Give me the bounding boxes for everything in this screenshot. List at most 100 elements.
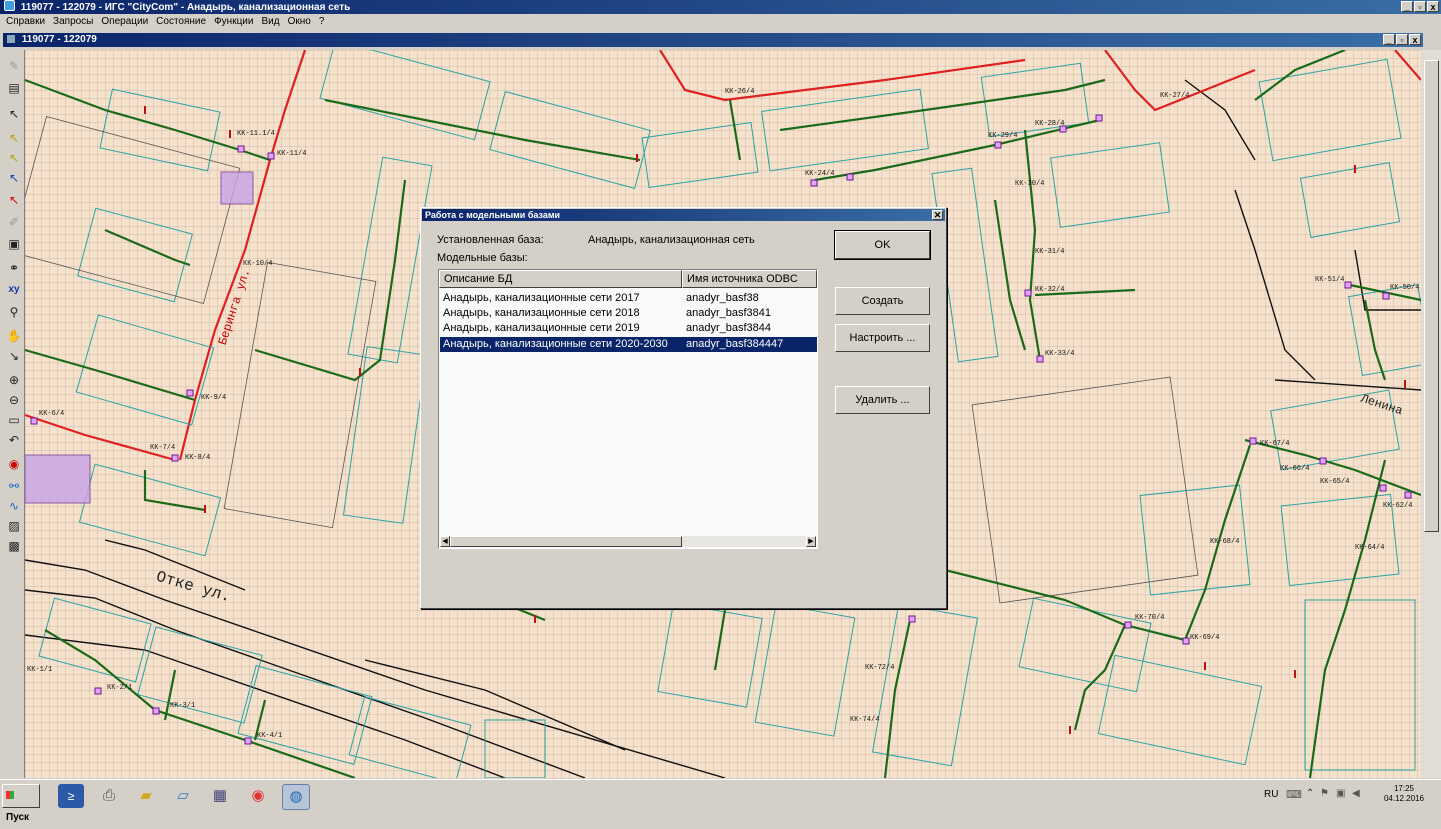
layers-icon[interactable]: ▩: [6, 538, 22, 554]
select-red-icon[interactable]: ↖: [6, 192, 22, 208]
binoculars-icon[interactable]: ⚭: [6, 260, 22, 276]
scroll-left-arrow-icon[interactable]: ◀: [440, 536, 450, 547]
window-title: 119077 - 122079 - ИГС "CityCom" - Анадыр…: [20, 2, 351, 13]
menu-funkcii[interactable]: Функции: [210, 14, 257, 30]
close-button[interactable]: x: [1427, 1, 1439, 12]
chrome-icon[interactable]: ◉: [245, 784, 271, 808]
list-item-description: Анадырь, канализационные сети 2018: [443, 307, 640, 319]
map-vertical-scrollbar[interactable]: [1421, 50, 1441, 778]
well-label: КК-6/4: [39, 410, 65, 418]
language-indicator[interactable]: RU: [1264, 789, 1278, 800]
list-item-odbc: anadyr_basf3841: [686, 307, 772, 319]
scroll-right-arrow-icon[interactable]: ▶: [806, 536, 816, 547]
well-label: КК-9/4: [201, 394, 227, 402]
globe-icon[interactable]: ◍: [282, 784, 310, 810]
target-icon[interactable]: ◉: [6, 456, 22, 472]
select-region-icon[interactable]: ▣: [6, 236, 22, 252]
well-label: КК-65/4: [1320, 478, 1350, 486]
volume-icon[interactable]: ◀: [1352, 788, 1360, 799]
well-label: КК-30/4: [1015, 180, 1045, 188]
document-titlebar[interactable]: 119077 - 122079 _ ▫ x: [3, 33, 1423, 47]
well-label: КК-33/4: [1045, 350, 1075, 358]
list-item-odbc: anadyr_basf38: [686, 292, 759, 304]
network-trace-icon[interactable]: ⚯: [6, 478, 22, 494]
well-label: КК-10/4: [243, 260, 273, 268]
dialog-close-button[interactable]: ✕: [932, 210, 943, 220]
well-label: КК-1/1: [27, 666, 53, 674]
chevron-up-icon[interactable]: ⌃: [1306, 788, 1314, 799]
notepad-icon[interactable]: ▱: [170, 784, 196, 808]
keyboard-icon[interactable]: ⌨: [1286, 788, 1302, 801]
well-label: КК-51/4: [1315, 276, 1345, 284]
well-label: КК-28/4: [1035, 120, 1065, 128]
doc-maximize-button[interactable]: ▫: [1396, 34, 1408, 45]
well-label: КК-70/4: [1135, 614, 1165, 622]
minimize-button[interactable]: _: [1401, 1, 1413, 12]
well-label: КК-72/4: [865, 664, 895, 672]
zoom-window-icon[interactable]: ▭: [6, 412, 22, 428]
pencil-disabled-icon[interactable]: ✎: [6, 58, 22, 74]
select-line-icon[interactable]: ↖: [6, 150, 22, 166]
configure-button[interactable]: Настроить ...: [835, 324, 930, 352]
list-item[interactable]: Анадырь, канализационные сети 2018 anady…: [440, 306, 817, 321]
folder-icon[interactable]: ▰: [133, 784, 159, 808]
scroll-thumb[interactable]: [450, 536, 682, 547]
list-horizontal-scrollbar[interactable]: ◀ ▶: [440, 536, 816, 547]
taskbar: Пуск ≥ ⎙ ▰ ▱ ▦ ◉ ◍ RU ⌨ ⌃ ⚑ ▣ ◀ 17:25 04…: [0, 779, 1441, 823]
create-button[interactable]: Создать: [835, 287, 930, 315]
powershell-icon[interactable]: ≥: [58, 784, 84, 808]
image-icon[interactable]: ▨: [6, 518, 22, 534]
list-item-description: Анадырь, канализационные сети 2019: [443, 322, 640, 334]
magnifier-icon[interactable]: ⚲: [6, 304, 22, 320]
menu-help[interactable]: ?: [315, 14, 329, 30]
list-item-odbc: anadyr_basf3844: [686, 322, 772, 334]
doc-minimize-button[interactable]: _: [1383, 34, 1395, 45]
menu-zaprosy[interactable]: Запросы: [49, 14, 97, 30]
select-blue-icon[interactable]: ↖: [6, 170, 22, 186]
select-yellow-icon[interactable]: ↖: [6, 130, 22, 146]
menu-operacii[interactable]: Операции: [97, 14, 152, 30]
well-label: КК-24/4: [805, 170, 835, 178]
list-item-selected[interactable]: Анадырь, канализационные сети 2020-2030 …: [440, 337, 817, 352]
column-header-odbc[interactable]: Имя источника ODBC: [682, 270, 817, 288]
xy-coordinates-icon[interactable]: xy: [6, 282, 22, 298]
eraser-icon[interactable]: ✐: [6, 214, 22, 230]
measure-icon[interactable]: ↘: [6, 348, 22, 364]
calculator-icon[interactable]: ▦: [207, 784, 233, 808]
start-button[interactable]: Пуск: [2, 784, 40, 823]
menu-spravki[interactable]: Справки: [2, 14, 49, 30]
route-icon[interactable]: ∿: [6, 498, 22, 514]
column-header-description[interactable]: Описание БД: [439, 270, 682, 288]
scrollbar-thumb[interactable]: [1424, 60, 1439, 532]
well-label: КК-11.1/4: [237, 130, 275, 138]
list-item[interactable]: Анадырь, канализационные сети 2019 anady…: [440, 321, 817, 336]
document-icon[interactable]: ▤: [6, 80, 22, 96]
menu-okno[interactable]: Окно: [284, 14, 315, 30]
well-label: КК-27/4: [1160, 92, 1190, 100]
delete-button[interactable]: Удалить ...: [835, 386, 930, 414]
window-titlebar[interactable]: 119077 - 122079 - ИГС "CityCom" - Анадыр…: [0, 0, 1441, 14]
restore-button[interactable]: ▫: [1414, 1, 1426, 12]
well-label: КК-7/4: [150, 444, 176, 452]
well-label: КК-32/4: [1035, 286, 1065, 294]
well-label: КК-50/4: [1390, 284, 1420, 292]
network-icon[interactable]: ▣: [1336, 788, 1345, 799]
list-item[interactable]: Анадырь, канализационные сети 2017 anady…: [440, 291, 817, 306]
well-label: КК-62/4: [1383, 502, 1413, 510]
ok-button[interactable]: OK: [834, 230, 931, 260]
printer-icon[interactable]: ⎙: [96, 784, 122, 808]
zoom-in-icon[interactable]: ⊕: [6, 372, 22, 388]
undo-zoom-icon[interactable]: ↶: [6, 432, 22, 448]
zoom-out-icon[interactable]: ⊖: [6, 392, 22, 408]
dialog-titlebar[interactable]: Работа с модельными базами ✕: [422, 209, 945, 221]
installed-base-label: Установленная база:: [437, 234, 544, 246]
doc-close-button[interactable]: x: [1409, 34, 1421, 45]
clock[interactable]: 17:25 04.12.2016: [1379, 784, 1429, 804]
flag-icon[interactable]: ⚑: [1320, 788, 1329, 799]
pointer-icon[interactable]: ↖: [6, 106, 22, 122]
start-label: Пуск: [6, 812, 30, 823]
menu-sostoyanie[interactable]: Состояние: [152, 14, 210, 30]
hand-pan-icon[interactable]: ✋: [6, 328, 22, 344]
model-bases-list[interactable]: Описание БД Имя источника ODBC Анадырь, …: [438, 269, 818, 549]
menu-vid[interactable]: Вид: [257, 14, 283, 30]
